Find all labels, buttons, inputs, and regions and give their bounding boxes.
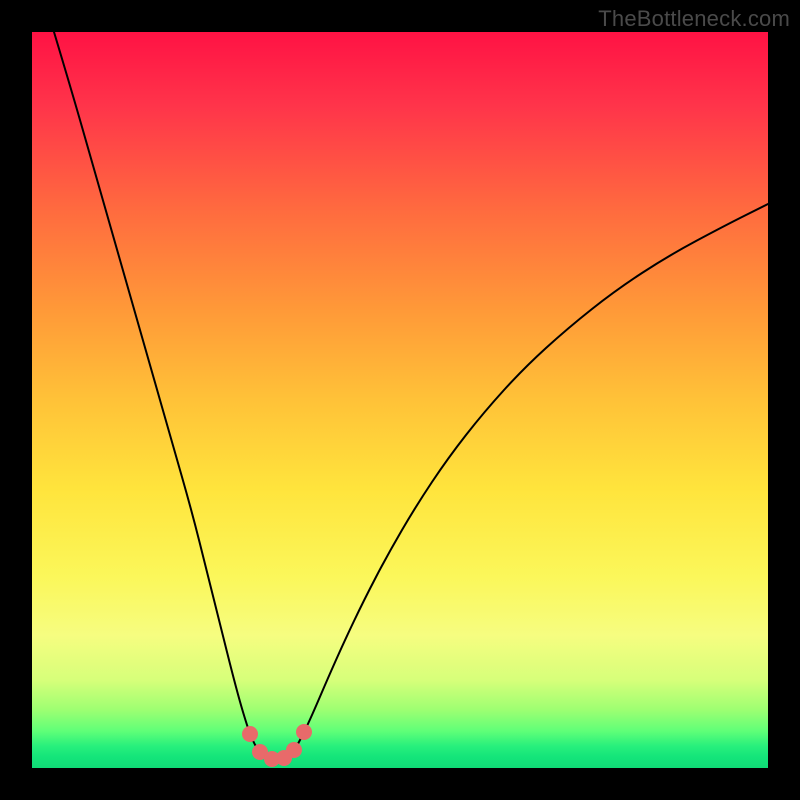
bottleneck-curve-path — [54, 32, 768, 760]
plot-area — [32, 32, 768, 768]
watermark-text: TheBottleneck.com — [598, 6, 790, 32]
highlight-dot — [296, 724, 312, 740]
highlight-dot — [286, 742, 302, 758]
highlight-dot — [242, 726, 258, 742]
curve-svg — [32, 32, 768, 768]
highlight-dots-group — [242, 724, 312, 767]
outer-frame: TheBottleneck.com — [0, 0, 800, 800]
